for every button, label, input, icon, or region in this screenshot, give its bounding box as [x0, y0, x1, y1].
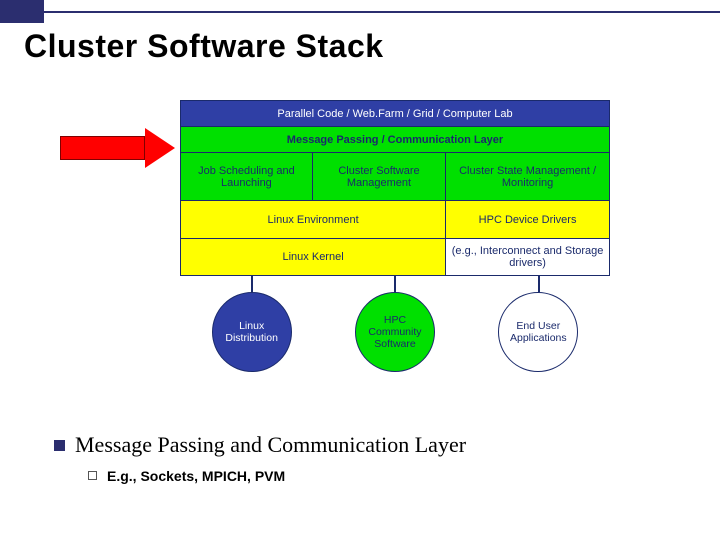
circle-linux-distribution: Linux Distribution [212, 292, 292, 372]
layer-hpc-drivers: HPC Device Drivers [446, 201, 610, 239]
bullet-main-text: Message Passing and Communication Layer [75, 432, 466, 458]
layer-job-scheduling: Job Scheduling and Launching [181, 153, 313, 201]
circle-end-user-apps: End User Applications [498, 292, 578, 372]
highlight-arrow [60, 128, 180, 168]
connector-stems [180, 276, 610, 292]
bullet-list: Message Passing and Communication Layer … [54, 432, 680, 484]
bullet-hollow-square-icon [88, 471, 97, 480]
layer-cluster-software-mgmt: Cluster Software Management [312, 153, 445, 201]
layer-parallel-code: Parallel Code / Web.Farm / Grid / Comput… [181, 101, 610, 127]
circle-hpc-community: HPC Community Software [355, 292, 435, 372]
bullet-main: Message Passing and Communication Layer [54, 432, 680, 458]
layer-linux-kernel: Linux Kernel [181, 239, 446, 276]
layer-linux-env: Linux Environment [181, 201, 446, 239]
layer-message-passing: Message Passing / Communication Layer [181, 127, 610, 153]
stack-diagram: Parallel Code / Web.Farm / Grid / Comput… [180, 100, 610, 372]
stack-table: Parallel Code / Web.Farm / Grid / Comput… [180, 100, 610, 276]
source-circles: Linux Distribution HPC Community Softwar… [180, 292, 610, 372]
bullet-sub-text: E.g., Sockets, MPICH, PVM [107, 468, 285, 484]
layer-interconnect-drivers: (e.g., Interconnect and Storage drivers) [446, 239, 610, 276]
layer-cluster-state-mgmt: Cluster State Management / Monitoring [446, 153, 610, 201]
accent-line [44, 11, 720, 13]
bullet-square-icon [54, 440, 65, 451]
accent-corner [0, 0, 44, 23]
slide-title: Cluster Software Stack [24, 28, 384, 65]
bullet-sub: E.g., Sockets, MPICH, PVM [88, 468, 680, 484]
